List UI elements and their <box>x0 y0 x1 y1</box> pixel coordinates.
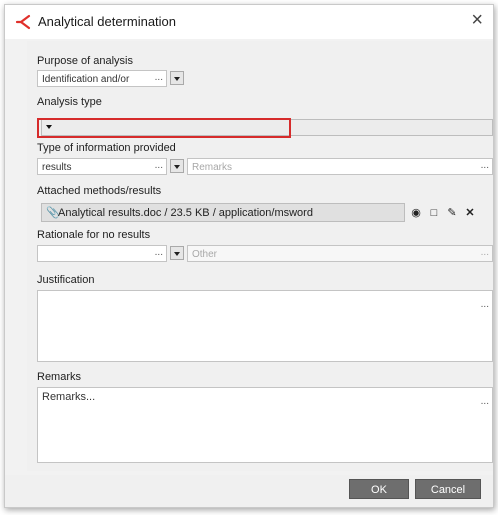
remarks-label: Remarks <box>37 371 82 383</box>
info-type-dropdown-button[interactable] <box>170 159 184 173</box>
delete-icon[interactable]: ✕ <box>463 206 477 220</box>
attached-label: Attached methods/results <box>37 185 162 197</box>
edit-pencil-icon[interactable]: ✎ <box>445 206 459 220</box>
rationale-label: Rationale for no results <box>37 229 151 241</box>
new-document-icon[interactable]: □ <box>427 206 441 220</box>
rationale-dropdown-button[interactable] <box>170 246 184 260</box>
analysis-type-highlight <box>37 118 291 138</box>
cancel-button[interactable]: Cancel <box>415 479 481 499</box>
rationale-select[interactable]: ... <box>37 245 167 262</box>
close-icon[interactable]: × <box>471 10 483 30</box>
remarks-ellipsis[interactable]: ... <box>481 396 489 407</box>
info-type-remarks-field[interactable]: Remarks ... <box>187 158 493 175</box>
target-icon[interactable]: ◉ <box>409 206 423 220</box>
justification-textarea[interactable]: ... <box>37 290 493 362</box>
info-type-ellipsis-button[interactable]: ... <box>155 160 163 171</box>
rationale-ellipsis-button[interactable]: ... <box>155 247 163 258</box>
rationale-other-field[interactable]: Other ... <box>187 245 493 262</box>
purpose-ellipsis-button[interactable]: ... <box>155 72 163 83</box>
attached-file-field[interactable]: 📎 Analytical results.doc / 23.5 KB / app… <box>41 203 405 222</box>
dialog-titlebar: Analytical determination × <box>5 5 493 39</box>
app-logo-icon <box>15 14 31 30</box>
rationale-other-ellipsis[interactable]: ... <box>481 247 489 258</box>
dialog-title: Analytical determination <box>38 14 177 29</box>
info-type-select[interactable]: results ... <box>37 158 167 175</box>
purpose-label: Purpose of analysis <box>37 55 133 67</box>
info-type-remarks-ellipsis[interactable]: ... <box>481 160 489 171</box>
purpose-dropdown-button[interactable] <box>170 71 184 85</box>
remarks-textarea[interactable]: Remarks... ... <box>37 387 493 463</box>
ok-button[interactable]: OK <box>349 479 409 499</box>
purpose-select[interactable]: Identification and/or ... <box>37 70 167 87</box>
justification-ellipsis[interactable]: ... <box>481 299 489 310</box>
analysis-type-label: Analysis type <box>37 96 102 108</box>
info-type-label: Type of information provided <box>37 142 176 154</box>
analytical-determination-dialog: Analytical determination × Purpose of an… <box>4 4 494 508</box>
justification-label: Justification <box>37 274 95 286</box>
